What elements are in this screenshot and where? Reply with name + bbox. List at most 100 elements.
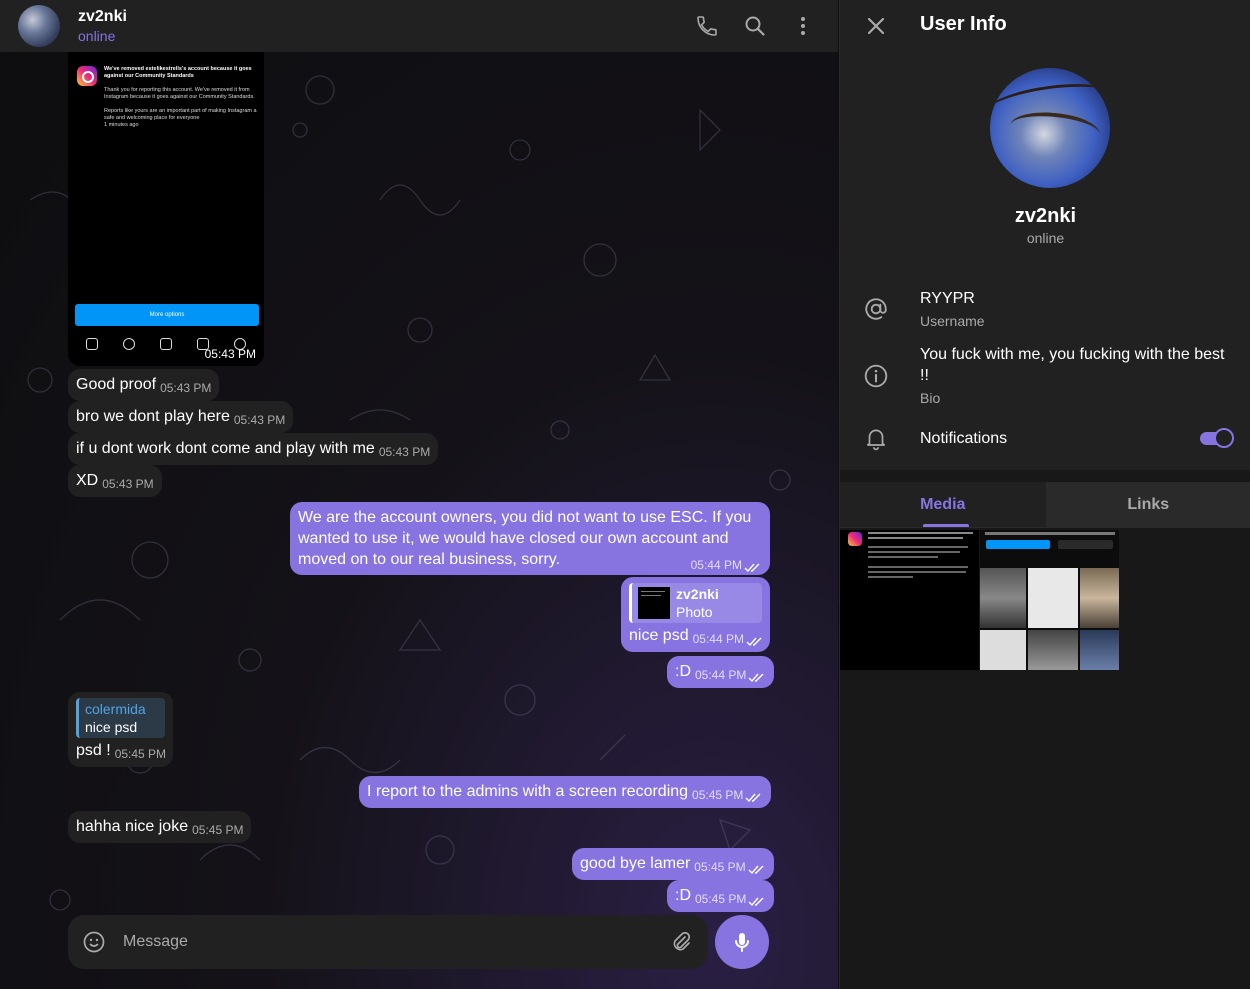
photo-text-ago: 1 minutes ago xyxy=(104,122,139,128)
message-text: hahha nice joke xyxy=(76,818,189,835)
double-check-icon xyxy=(748,865,764,874)
attach-icon[interactable] xyxy=(669,930,693,954)
message-incoming[interactable]: XD 05:43 PM xyxy=(68,465,162,497)
avatar[interactable] xyxy=(18,5,60,47)
bell-icon xyxy=(862,424,890,452)
double-check-icon xyxy=(748,897,764,906)
photo-text-body2: Reports like yours are an important part… xyxy=(104,108,257,121)
message-time-value: 05:44 PM xyxy=(690,558,742,572)
message-time: 05:43 PM xyxy=(378,445,431,459)
more-vertical-icon[interactable] xyxy=(788,11,818,41)
message-incoming[interactable]: Good proof 05:43 PM xyxy=(68,369,220,401)
user-info-panel: User Info zv2nki online RYYPR Username Y… xyxy=(839,0,1250,989)
message-outgoing-reply[interactable]: zv2nki Photo nice psd 05:44 PM xyxy=(621,577,770,652)
message-time: 05:45 PM xyxy=(695,892,766,906)
reply-author: zv2nki xyxy=(676,586,719,602)
notifications-label: Notifications xyxy=(920,430,1008,447)
emoji-icon[interactable] xyxy=(82,930,106,954)
double-check-icon xyxy=(744,563,760,572)
message-time: 05:45 PM xyxy=(692,788,763,802)
info-icon xyxy=(862,362,890,390)
chat-header: zv2nki online xyxy=(0,0,838,52)
double-check-icon xyxy=(746,637,762,646)
close-icon[interactable] xyxy=(862,12,890,40)
profile-avatar[interactable] xyxy=(990,68,1110,188)
media-thumbnail[interactable] xyxy=(840,530,979,670)
message-text: psd ! xyxy=(76,742,111,759)
message-incoming-reply[interactable]: colermida nice psd psd ! 05:45 PM xyxy=(68,692,173,767)
search-icon[interactable] xyxy=(740,11,770,41)
message-incoming[interactable]: if u dont work dont come and play with m… xyxy=(68,433,439,465)
message-time: 05:44 PM xyxy=(693,632,764,646)
message-time: 05:44 PM xyxy=(691,555,762,576)
notifications-toggle[interactable] xyxy=(1200,428,1234,448)
message-time: 05:43 PM xyxy=(204,347,256,361)
message-time: 05:45 PM xyxy=(694,860,765,874)
at-sign-icon xyxy=(862,295,890,323)
reply-thumbnail xyxy=(638,587,670,619)
profile-name: zv2nki xyxy=(1014,205,1077,227)
message-text: nice psd xyxy=(629,627,689,644)
message-time-value: 05:44 PM xyxy=(692,632,744,646)
message-outgoing[interactable]: We are the account owners, you did not w… xyxy=(290,502,770,575)
bio-row[interactable]: You fuck with me, you fucking with the b… xyxy=(840,342,1250,410)
photo-message[interactable]: We've removed estelikestrells's account … xyxy=(68,52,264,366)
photo-more-options: More options xyxy=(75,304,259,326)
instagram-logo-icon xyxy=(77,66,97,86)
message-outgoing[interactable]: :D 05:45 PM xyxy=(667,880,775,912)
chat-title[interactable]: zv2nki online xyxy=(78,7,127,45)
message-outgoing[interactable]: :D 05:44 PM xyxy=(667,656,775,688)
double-check-icon xyxy=(748,673,764,682)
microphone-icon xyxy=(735,933,749,952)
bio-label: Bio xyxy=(920,390,941,406)
message-text: :D xyxy=(675,887,691,904)
voice-record-button[interactable] xyxy=(715,915,769,969)
message-time-value: 05:44 PM xyxy=(695,668,747,682)
search-icon xyxy=(123,338,136,350)
tab-links[interactable]: Links xyxy=(1045,482,1250,527)
message-composer xyxy=(68,915,708,969)
message-text: XD xyxy=(76,472,99,489)
message-time: 05:43 PM xyxy=(102,477,154,491)
media-thumbnail[interactable] xyxy=(980,530,1119,670)
reply-author: colermida xyxy=(85,701,146,717)
message-time-value: 05:45 PM xyxy=(695,892,747,906)
toggle-knob xyxy=(1214,428,1234,448)
panel-title: User Info xyxy=(920,13,1007,35)
message-time: 05:44 PM xyxy=(695,668,766,682)
home-icon xyxy=(86,338,99,350)
photo-text-body: Thank you for reporting this account. We… xyxy=(104,87,255,100)
chat-status: online xyxy=(78,28,116,44)
message-incoming[interactable]: bro we dont play here 05:43 PM xyxy=(68,401,294,433)
double-check-icon xyxy=(745,793,761,802)
media-tabs: Media Links xyxy=(840,482,1250,528)
message-time-value: 05:45 PM xyxy=(692,788,744,802)
message-text: Good proof xyxy=(76,376,157,393)
message-outgoing[interactable]: good bye lamer 05:45 PM xyxy=(572,848,774,880)
message-incoming[interactable]: hahha nice joke 05:45 PM xyxy=(68,811,252,843)
notifications-row[interactable]: Notifications xyxy=(840,424,1250,454)
chat-area: zv2nki online We've removed estelikestre… xyxy=(0,0,838,989)
reply-text: nice psd xyxy=(85,719,138,735)
message-text: good bye lamer xyxy=(580,855,691,872)
message-time: 05:43 PM xyxy=(160,381,212,395)
message-text: I report to the admins with a screen rec… xyxy=(367,783,689,800)
reply-preview[interactable]: colermida nice psd xyxy=(76,698,165,738)
username-label: Username xyxy=(920,313,985,329)
reply-text: Photo xyxy=(676,604,713,620)
chat-name: zv2nki xyxy=(78,8,127,25)
bio-value: You fuck with me, you fucking with the b… xyxy=(920,346,1225,384)
message-input[interactable] xyxy=(123,931,663,953)
message-outgoing[interactable]: I report to the admins with a screen rec… xyxy=(359,776,772,808)
message-text: :D xyxy=(675,663,691,680)
message-time: 05:45 PM xyxy=(114,747,167,761)
message-time-value: 05:45 PM xyxy=(694,860,746,874)
message-text: if u dont work dont come and play with m… xyxy=(76,440,375,457)
user-info-section: User Info zv2nki online RYYPR Username Y… xyxy=(840,0,1250,470)
phone-icon[interactable] xyxy=(692,11,722,41)
reply-preview[interactable]: zv2nki Photo xyxy=(629,583,762,623)
tab-media[interactable]: Media xyxy=(840,482,1046,527)
username-row[interactable]: RYYPR Username xyxy=(840,286,1250,336)
username-value: RYYPR xyxy=(920,290,975,307)
instagram-logo-icon xyxy=(848,532,862,546)
